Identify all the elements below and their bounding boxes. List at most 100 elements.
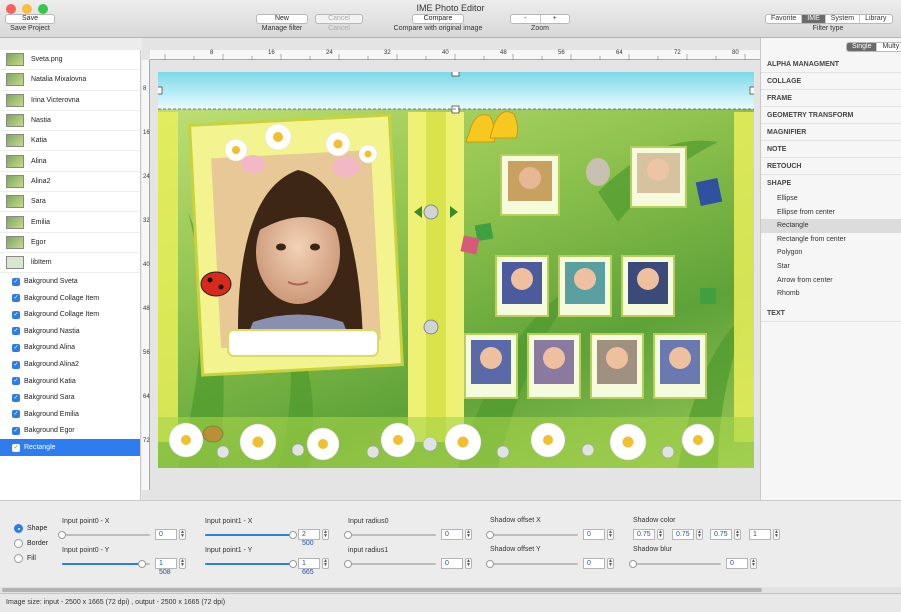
tab-library[interactable]: Library — [860, 15, 891, 23]
point1-y-field[interactable]: 1 665 — [298, 558, 320, 576]
save-button[interactable]: Save — [5, 14, 55, 24]
radius0-slider[interactable] — [344, 531, 436, 539]
shape-item[interactable]: Polygon — [761, 246, 901, 260]
list-item[interactable]: Nastia — [0, 111, 140, 132]
radio-off-icon[interactable] — [14, 539, 23, 548]
slider-knob[interactable] — [344, 531, 352, 539]
shadow-offset-y-stepper[interactable]: ▲ ▼ — [607, 558, 614, 569]
shape-item[interactable]: Ellipse from center — [761, 206, 901, 220]
checkbox-icon[interactable]: ✓ — [12, 377, 20, 386]
slider-knob[interactable] — [138, 560, 146, 568]
filter-group-shape[interactable]: SHAPE — [761, 175, 901, 192]
shadow-color-g-field[interactable]: 0.75 — [672, 529, 694, 540]
layer-row[interactable]: ✓ Bakground Egor — [0, 423, 140, 440]
radio-on-icon[interactable] — [14, 524, 23, 533]
checkbox-icon[interactable]: ✓ — [12, 277, 20, 286]
list-item[interactable]: Alina2 — [0, 172, 140, 193]
slider-knob[interactable] — [289, 531, 297, 539]
filter-group[interactable]: COLLAGE — [761, 73, 901, 90]
radio-shape[interactable]: Shape — [14, 524, 47, 533]
slider-knob[interactable] — [486, 560, 494, 568]
layer-row[interactable]: ✓ Bakground Alina2 — [0, 356, 140, 373]
filter-group[interactable]: RETOUCH — [761, 158, 901, 175]
filter-group[interactable]: MAGNIFIER — [761, 124, 901, 141]
shadow-color-a-stepper[interactable]: ▲ ▼ — [773, 529, 780, 540]
shape-item[interactable]: Rhomb — [761, 287, 901, 301]
checkbox-icon[interactable]: ✓ — [12, 310, 20, 319]
checkbox-icon[interactable]: ✓ — [12, 443, 20, 452]
radio-fill[interactable]: Fill — [14, 554, 36, 563]
slider-knob[interactable] — [486, 531, 494, 539]
layer-row[interactable]: ✓ Bakground Sara — [0, 389, 140, 406]
point0-y-field[interactable]: 1 508 — [155, 558, 177, 576]
shadow-color-r-field[interactable]: 0.75 — [633, 529, 655, 540]
shape-item[interactable]: Ellipse — [761, 192, 901, 206]
list-item[interactable]: libItem — [0, 253, 140, 274]
list-item[interactable]: Sveta.png — [0, 50, 140, 71]
radio-off-icon[interactable] — [14, 554, 23, 563]
tab-ime[interactable]: IME — [802, 15, 826, 23]
shadow-offset-x-slider[interactable] — [486, 531, 578, 539]
compare-button[interactable]: Compare — [412, 14, 464, 24]
tab-system[interactable]: System — [826, 15, 861, 23]
cancel-filter-button[interactable]: Cancel — [315, 14, 363, 24]
checkbox-icon[interactable]: ✓ — [12, 343, 20, 352]
list-item[interactable]: Irina Victerovna — [0, 91, 140, 111]
single-button[interactable]: Single — [847, 43, 878, 51]
canvas-image[interactable] — [158, 72, 754, 468]
shadow-blur-slider[interactable] — [629, 560, 721, 568]
shadow-blur-stepper[interactable]: ▲ ▼ — [750, 558, 757, 569]
shadow-offset-x-field[interactable]: 0 — [583, 529, 605, 540]
slider-knob[interactable] — [58, 531, 66, 539]
list-item[interactable]: Egor — [0, 233, 140, 253]
filter-group[interactable]: FRAME — [761, 90, 901, 107]
filter-group[interactable]: NOTE — [761, 141, 901, 158]
shadow-offset-y-slider[interactable] — [486, 560, 578, 568]
zoom-in-button[interactable]: + — [541, 15, 570, 23]
point1-y-stepper[interactable]: ▲ ▼ — [322, 558, 329, 569]
shadow-color-g-stepper[interactable]: ▲ ▼ — [696, 529, 703, 540]
point1-y-slider[interactable] — [205, 560, 297, 568]
tab-favorite[interactable]: Favorite — [766, 15, 803, 23]
point1-x-field[interactable]: 2 500 — [298, 529, 320, 547]
list-item[interactable]: Natalia Mixalovna — [0, 70, 140, 91]
scrollbar-thumb[interactable] — [2, 588, 762, 592]
shadow-color-b-field[interactable]: 0.75 — [710, 529, 732, 540]
shadow-offset-x-stepper[interactable]: ▲ ▼ — [607, 529, 614, 540]
checkbox-icon[interactable]: ✓ — [12, 360, 20, 369]
point0-x-slider[interactable] — [58, 531, 150, 539]
filter-group[interactable]: GEOMETRY TRANSFORM — [761, 107, 901, 124]
list-item[interactable]: Sara — [0, 192, 140, 213]
checkbox-icon[interactable]: ✓ — [12, 393, 20, 402]
checkbox-icon[interactable]: ✓ — [12, 294, 20, 303]
zoom-out-button[interactable]: - — [511, 15, 541, 23]
multy-button[interactable]: Multy — [877, 43, 901, 51]
radio-border[interactable]: Border — [14, 539, 48, 548]
layer-row[interactable]: ✓ Bakground Alina — [0, 340, 140, 357]
point0-y-slider[interactable] — [62, 560, 150, 568]
filter-group-text[interactable]: TEXT — [761, 305, 901, 322]
shape-item[interactable]: Rectangle from center — [761, 233, 901, 247]
shape-item[interactable]: Arrow from center — [761, 274, 901, 288]
radius0-stepper[interactable]: ▲ ▼ — [465, 529, 472, 540]
shadow-color-r-stepper[interactable]: ▲ ▼ — [657, 529, 664, 540]
layer-row[interactable]: ✓ Bakground Collage Item — [0, 306, 140, 323]
shape-item-selected[interactable]: Rectangle — [761, 219, 901, 233]
layer-row[interactable]: ✓ Bakground Katia — [0, 373, 140, 390]
point0-x-field[interactable]: 0 — [155, 529, 177, 540]
point0-y-stepper[interactable]: ▲ ▼ — [179, 558, 186, 569]
radius1-stepper[interactable]: ▲ ▼ — [465, 558, 472, 569]
filter-group[interactable]: ALPHA MANAGMENT — [761, 56, 901, 73]
list-item[interactable]: Alina — [0, 151, 140, 172]
list-item[interactable]: Emilia — [0, 212, 140, 233]
checkbox-icon[interactable]: ✓ — [12, 327, 20, 336]
shadow-blur-field[interactable]: 0 — [726, 558, 748, 569]
checkbox-icon[interactable]: ✓ — [12, 426, 20, 435]
new-filter-button[interactable]: New — [256, 14, 308, 24]
layer-row-selected[interactable]: ✓ Rectangle — [0, 439, 140, 456]
point1-x-stepper[interactable]: ▲ ▼ — [322, 529, 329, 540]
point0-x-stepper[interactable]: ▲ ▼ — [179, 529, 186, 540]
layer-row[interactable]: ✓ Bakground Collage Item — [0, 290, 140, 307]
radius1-field[interactable]: 0 — [441, 558, 463, 569]
shadow-color-b-stepper[interactable]: ▲ ▼ — [734, 529, 741, 540]
